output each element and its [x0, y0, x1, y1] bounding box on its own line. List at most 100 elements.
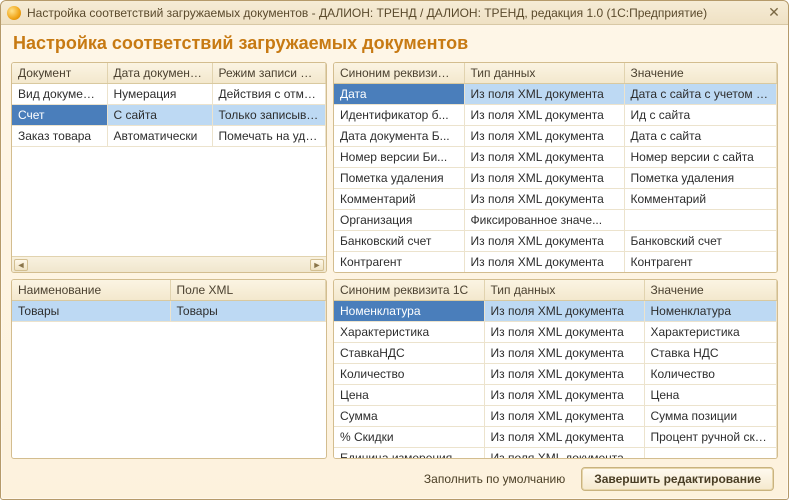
cell[interactable]: Из поля XML документа: [484, 364, 644, 385]
scroll-right-icon[interactable]: ►: [310, 259, 324, 271]
fields-top-scroll[interactable]: Синоним реквизи… Тип данных Значение Дат…: [334, 63, 777, 272]
cell[interactable]: Нумерация: [107, 84, 212, 105]
cell[interactable]: Из поля XML документа: [464, 189, 624, 210]
fields-bottom-row[interactable]: Единица измеренияИз поля XML документа: [334, 448, 777, 459]
fields-top-col-0[interactable]: Синоним реквизи…: [334, 63, 464, 84]
fields-top-row[interactable]: Пометка удаленияИз поля XML документаПом…: [334, 168, 777, 189]
xml-col-0[interactable]: Наименование: [12, 280, 170, 301]
cell[interactable]: Действия с отмененными: [212, 84, 326, 105]
fields-top-row[interactable]: КонтрагентИз поля XML документаКонтраген…: [334, 252, 777, 273]
docs-row[interactable]: Вид документаНумерацияДействия с отменен…: [12, 84, 326, 105]
fields-top-row[interactable]: ОрганизацияФиксированное значе...: [334, 210, 777, 231]
cell[interactable]: Номенклатура: [334, 301, 484, 322]
cell[interactable]: Банковский счет: [624, 231, 777, 252]
cell[interactable]: Контрагент: [334, 252, 464, 273]
cell[interactable]: [624, 210, 777, 231]
cell[interactable]: Помечать на удаление: [212, 126, 326, 147]
cell[interactable]: Пометка удаления: [624, 168, 777, 189]
fields-top-row[interactable]: Идентификатор б...Из поля XML документаИ…: [334, 105, 777, 126]
cell[interactable]: Счет: [12, 105, 107, 126]
cell[interactable]: [644, 448, 777, 459]
fields-bottom-table[interactable]: Синоним реквизита 1С Тип данных Значение…: [334, 280, 777, 458]
cell[interactable]: Количество: [334, 364, 484, 385]
fields-top-col-2[interactable]: Значение: [624, 63, 777, 84]
fields-bottom-col-1[interactable]: Тип данных: [484, 280, 644, 301]
cell[interactable]: Ставка НДС: [644, 343, 777, 364]
close-icon[interactable]: ✕: [766, 5, 782, 21]
docs-row[interactable]: Заказ товараАвтоматическиПомечать на уда…: [12, 126, 326, 147]
cell[interactable]: Товары: [170, 301, 326, 322]
cell[interactable]: Количество: [644, 364, 777, 385]
docs-col-0[interactable]: Документ: [12, 63, 107, 84]
fill-default-button[interactable]: Заполнить по умолчанию: [418, 468, 571, 490]
cell[interactable]: Комментарий: [334, 189, 464, 210]
cell[interactable]: % Скидки: [334, 427, 484, 448]
scroll-track[interactable]: [31, 259, 307, 271]
fields-bottom-row[interactable]: СуммаИз поля XML документаСумма позиции: [334, 406, 777, 427]
fields-bottom-row[interactable]: НоменклатураИз поля XML документаНоменкл…: [334, 301, 777, 322]
fields-top-table[interactable]: Синоним реквизи… Тип данных Значение Дат…: [334, 63, 777, 272]
docs-col-2[interactable]: Режим записи документов: [212, 63, 326, 84]
fields-top-row[interactable]: Банковский счетИз поля XML документаБанк…: [334, 231, 777, 252]
cell[interactable]: Цена: [334, 385, 484, 406]
fields-top-row[interactable]: ДатаИз поля XML документаДата с сайта с …: [334, 84, 777, 105]
cell[interactable]: Процент ручной скидки: [644, 427, 777, 448]
cell[interactable]: Комментарий: [624, 189, 777, 210]
fields-bottom-col-2[interactable]: Значение: [644, 280, 777, 301]
fields-bottom-row[interactable]: ХарактеристикаИз поля XML документаХарак…: [334, 322, 777, 343]
fields-bottom-scroll[interactable]: Синоним реквизита 1С Тип данных Значение…: [334, 280, 777, 458]
cell[interactable]: Из поля XML документа: [484, 406, 644, 427]
xml-fields-table[interactable]: Наименование Поле XML ТоварыТовары: [12, 280, 326, 322]
cell[interactable]: Ид с сайта: [624, 105, 777, 126]
cell[interactable]: Цена: [644, 385, 777, 406]
cell[interactable]: Из поля XML документа: [464, 252, 624, 273]
fields-top-row[interactable]: КомментарийИз поля XML документаКоммента…: [334, 189, 777, 210]
cell[interactable]: Из поля XML документа: [464, 105, 624, 126]
cell[interactable]: Товары: [12, 301, 170, 322]
fields-top-row[interactable]: Номер версии Би...Из поля XML документаН…: [334, 147, 777, 168]
cell[interactable]: Банковский счет: [334, 231, 464, 252]
cell[interactable]: Номер версии с сайта: [624, 147, 777, 168]
cell[interactable]: Дата: [334, 84, 464, 105]
cell[interactable]: Дата с сайта: [624, 126, 777, 147]
xml-row[interactable]: ТоварыТовары: [12, 301, 326, 322]
cell[interactable]: Только записывать докуме…: [212, 105, 326, 126]
cell[interactable]: С сайта: [107, 105, 212, 126]
cell[interactable]: Организация: [334, 210, 464, 231]
cell[interactable]: Характеристика: [644, 322, 777, 343]
cell[interactable]: Из поля XML документа: [484, 322, 644, 343]
cell[interactable]: Из поля XML документа: [484, 448, 644, 459]
cell[interactable]: Характеристика: [334, 322, 484, 343]
docs-hscroll[interactable]: ◄ ►: [12, 256, 326, 272]
xml-col-1[interactable]: Поле XML: [170, 280, 326, 301]
cell[interactable]: Единица измерения: [334, 448, 484, 459]
cell[interactable]: СтавкаНДС: [334, 343, 484, 364]
cell[interactable]: Сумма: [334, 406, 484, 427]
cell[interactable]: Из поля XML документа: [464, 168, 624, 189]
cell[interactable]: Из поля XML документа: [464, 231, 624, 252]
docs-table[interactable]: Документ Дата документов Режим записи до…: [12, 63, 326, 147]
docs-col-1[interactable]: Дата документов: [107, 63, 212, 84]
cell[interactable]: Автоматически: [107, 126, 212, 147]
cell[interactable]: Из поля XML документа: [484, 385, 644, 406]
cell[interactable]: Идентификатор б...: [334, 105, 464, 126]
cell[interactable]: Из поля XML документа: [464, 84, 624, 105]
cell[interactable]: Сумма позиции: [644, 406, 777, 427]
fields-top-row[interactable]: Дата документа Б...Из поля XML документа…: [334, 126, 777, 147]
cell[interactable]: Номенклатура: [644, 301, 777, 322]
cell[interactable]: Контрагент: [624, 252, 777, 273]
cell[interactable]: Заказ товара: [12, 126, 107, 147]
cell[interactable]: Номер версии Би...: [334, 147, 464, 168]
scroll-left-icon[interactable]: ◄: [14, 259, 28, 271]
cell[interactable]: Из поля XML документа: [484, 343, 644, 364]
fields-bottom-col-0[interactable]: Синоним реквизита 1С: [334, 280, 484, 301]
cell[interactable]: Дата документа Б...: [334, 126, 464, 147]
docs-table-scroll[interactable]: Документ Дата документов Режим записи до…: [12, 63, 326, 256]
fields-bottom-row[interactable]: % СкидкиИз поля XML документаПроцент руч…: [334, 427, 777, 448]
cell[interactable]: Из поля XML документа: [484, 301, 644, 322]
xml-fields-scroll[interactable]: Наименование Поле XML ТоварыТовары: [12, 280, 326, 458]
cell[interactable]: Фиксированное значе...: [464, 210, 624, 231]
fields-bottom-row[interactable]: СтавкаНДСИз поля XML документаСтавка НДС: [334, 343, 777, 364]
fields-bottom-row[interactable]: КоличествоИз поля XML документаКоличеств…: [334, 364, 777, 385]
docs-row[interactable]: СчетС сайтаТолько записывать докуме…: [12, 105, 326, 126]
